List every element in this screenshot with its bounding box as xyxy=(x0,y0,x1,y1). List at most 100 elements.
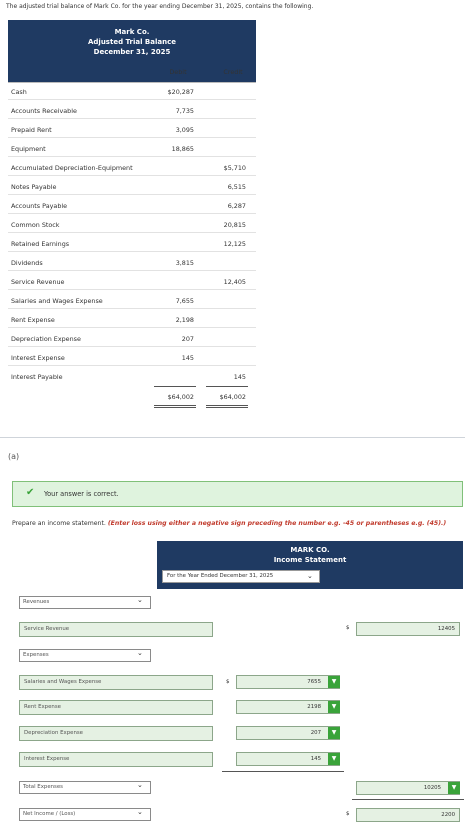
row-divider xyxy=(8,118,256,119)
tb-row-label: Depreciation Expense xyxy=(11,335,81,343)
row-divider xyxy=(8,232,256,233)
tb-row-label: Accounts Receivable xyxy=(11,107,77,115)
dollar-sign: $ xyxy=(346,625,350,631)
row-divider xyxy=(8,251,256,252)
tb-row-label: Service Revenue xyxy=(11,278,65,286)
instruction-main: Prepare an income statement. xyxy=(12,520,106,527)
tb-row-credit: 12,125 xyxy=(223,240,246,248)
row-divider xyxy=(8,346,256,347)
intro-text: The adjusted trial balance of Mark Co. f… xyxy=(6,3,314,10)
tb-row-debit: $20,287 xyxy=(167,88,194,96)
row-divider xyxy=(8,270,256,271)
expense-amount[interactable]: 7655 xyxy=(236,675,340,689)
tb-row-label: Prepaid Rent xyxy=(11,126,52,134)
trial-balance-date: December 31, 2025 xyxy=(93,48,171,56)
header-divider xyxy=(8,82,256,83)
chevron-down-icon[interactable]: ⌄ xyxy=(307,572,313,580)
expenses-total-rule xyxy=(222,771,344,772)
tb-row-label: Interest Payable xyxy=(11,373,63,381)
expense-amount[interactable]: 2198 xyxy=(236,700,340,714)
row-divider xyxy=(8,308,256,309)
expense-value: 207 xyxy=(310,730,321,736)
expense-amount[interactable]: 145 xyxy=(236,752,340,766)
net-income-rule xyxy=(352,799,464,800)
tb-row-debit: 207 xyxy=(181,335,194,343)
service-revenue-label: Service Revenue xyxy=(24,626,70,632)
correct-flag-icon: ▼ xyxy=(328,701,340,713)
correct-flag-icon: ▼ xyxy=(448,782,460,794)
tb-row-debit: 3,095 xyxy=(175,126,194,134)
debit-double-rule xyxy=(154,405,196,406)
dollar-sign: $ xyxy=(226,679,230,685)
row-divider xyxy=(8,289,256,290)
income-statement-company: MARK CO. xyxy=(290,546,330,554)
expense-label-field[interactable]: Salaries and Wages Expense xyxy=(19,675,213,690)
tb-row-debit: 3,815 xyxy=(175,259,194,267)
row-divider xyxy=(8,156,256,157)
credit-double-rule xyxy=(206,405,248,406)
net-income-select-value: Net Income / (Loss) xyxy=(23,811,76,817)
total-expenses-value: 10205 xyxy=(423,785,441,791)
instruction-text: Prepare an income statement. (Enter loss… xyxy=(12,520,446,527)
chevron-down-icon[interactable]: ⌄ xyxy=(137,596,143,604)
revenues-select[interactable]: Revenues xyxy=(19,596,151,609)
tb-row-credit: 6,515 xyxy=(227,183,246,191)
total-expenses-select[interactable]: Total Expenses xyxy=(19,781,151,794)
expense-label-field[interactable]: Rent Expense xyxy=(19,700,213,715)
tb-row-debit: 145 xyxy=(181,354,194,362)
tb-row-label: Accounts Payable xyxy=(11,202,68,210)
period-value: For the Year Ended December 31, 2025 xyxy=(167,573,274,579)
row-divider xyxy=(8,175,256,176)
debit-total-rule xyxy=(154,386,196,387)
debit-double-rule xyxy=(154,407,196,408)
tb-row-credit: $5,710 xyxy=(223,164,246,172)
tb-row-label: Rent Expense xyxy=(11,316,55,324)
expense-label: Salaries and Wages Expense xyxy=(24,679,102,685)
correct-answer-text: Your answer is correct. xyxy=(44,490,119,498)
debit-header: Debit xyxy=(169,68,187,76)
net-income-select[interactable]: Net Income / (Loss) xyxy=(19,808,151,821)
expenses-select[interactable]: Expenses xyxy=(19,649,151,662)
trial-balance-company: Mark Co. xyxy=(114,28,150,36)
credit-header: Credit xyxy=(223,68,243,76)
expense-label-field[interactable]: Interest Expense xyxy=(19,752,213,767)
service-revenue-amount[interactable]: 12405 xyxy=(356,622,460,636)
expense-value: 2198 xyxy=(307,704,321,710)
tb-row-debit: 18,865 xyxy=(171,145,194,153)
period-select[interactable]: For the Year Ended December 31, 2025 xyxy=(162,570,320,583)
income-statement-title: Income Statement xyxy=(273,556,347,564)
expense-label: Interest Expense xyxy=(24,756,70,762)
expenses-select-value: Expenses xyxy=(23,652,49,658)
expense-label-field[interactable]: Depreciation Expense xyxy=(19,726,213,741)
row-divider xyxy=(8,213,256,214)
chevron-down-icon[interactable]: ⌄ xyxy=(137,781,143,789)
debit-total: $64,002 xyxy=(167,393,194,401)
total-expenses-amount[interactable]: 10205 xyxy=(356,781,460,795)
row-divider xyxy=(8,137,256,138)
tb-row-debit: 7,655 xyxy=(175,297,194,305)
chevron-down-icon[interactable]: ⌄ xyxy=(137,808,143,816)
tb-row-credit: 6,287 xyxy=(227,202,246,210)
check-icon: ✔ xyxy=(26,487,35,498)
trial-balance-title: Adjusted Trial Balance xyxy=(88,38,176,46)
part-label: (a) xyxy=(8,452,20,461)
expense-value: 7655 xyxy=(307,679,321,685)
tb-row-credit: 12,405 xyxy=(223,278,246,286)
tb-row-label: Accumulated Depreciation-Equipment xyxy=(11,164,133,172)
net-income-value: 2200 xyxy=(441,812,455,818)
expense-amount[interactable]: 207 xyxy=(236,726,340,740)
expense-value: 145 xyxy=(310,756,321,762)
tb-row-label: Notes Payable xyxy=(11,183,57,191)
instruction-note: (Enter loss using either a negative sign… xyxy=(107,520,447,527)
revenues-select-value: Revenues xyxy=(23,599,50,605)
row-divider xyxy=(8,99,256,100)
tb-row-label: Dividends xyxy=(11,259,43,267)
service-revenue-field[interactable]: Service Revenue xyxy=(19,622,213,637)
expense-label: Rent Expense xyxy=(24,704,61,710)
correct-flag-icon: ▼ xyxy=(328,676,340,688)
net-income-amount[interactable]: 2200 xyxy=(356,808,460,822)
chevron-down-icon[interactable]: ⌄ xyxy=(137,649,143,657)
expense-label: Depreciation Expense xyxy=(24,730,83,736)
row-divider xyxy=(8,327,256,328)
credit-double-rule xyxy=(206,407,248,408)
